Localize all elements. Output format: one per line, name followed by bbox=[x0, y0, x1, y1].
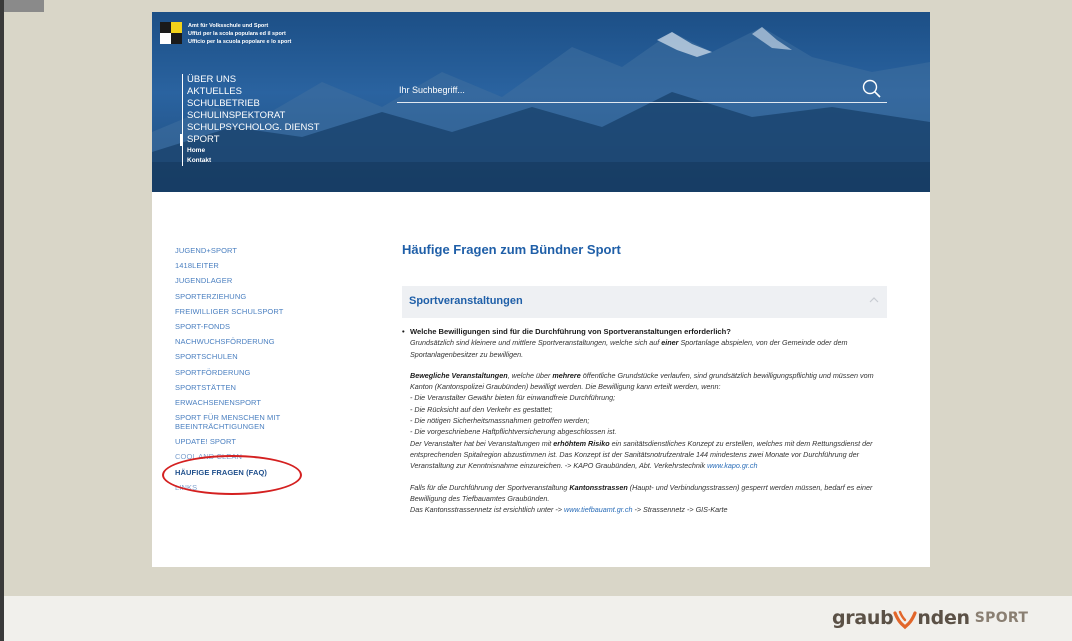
sidebar-item-erwachsenensport[interactable]: ERWACHSENENSPORT bbox=[175, 398, 350, 407]
sidebar-item-jugendlager[interactable]: JUGENDLAGER bbox=[175, 276, 350, 285]
faq-answer: Welche Bewilligungen sind für die Durchf… bbox=[402, 326, 887, 515]
sidebar-item-sport-fonds[interactable]: SPORT-FONDS bbox=[175, 322, 350, 331]
sidebar-item-freiwilliger-schulsport[interactable]: FREIWILLIGER SCHULSPORT bbox=[175, 307, 350, 316]
webpage-screenshot: Amt für Volksschule und Sport Uffizi per… bbox=[152, 12, 930, 567]
nav-item-ueber-uns[interactable]: ÜBER UNS bbox=[187, 74, 320, 86]
search-icon[interactable] bbox=[861, 78, 883, 100]
top-navigation: ÜBER UNS AKTUELLES SCHULBETRIEB SCHULINS… bbox=[180, 74, 320, 166]
nav-item-aktuelles[interactable]: AKTUELLES bbox=[187, 86, 320, 98]
answer-paragraph: Grundsätzlich sind kleinere und mittlere… bbox=[410, 338, 848, 359]
tiefbauamt-link[interactable]: www.tiefbauamt.gr.ch bbox=[564, 505, 632, 514]
answer-paragraph: Falls für die Durchführung der Sportvera… bbox=[410, 482, 873, 503]
answer-list-item: - Die Veranstalter Gewähr bieten für ein… bbox=[410, 393, 616, 403]
sidebar-item-sportfoerderung[interactable]: SPORTFÖRDERUNG bbox=[175, 368, 350, 377]
nav-item-schulinspektorat[interactable]: SCHULINSPEKTORAT bbox=[187, 110, 320, 122]
nav-item-kontakt[interactable]: Kontakt bbox=[187, 156, 320, 166]
logo-line: Ufficio per la scuola popolare e lo spor… bbox=[188, 39, 292, 45]
answer-paragraph: Der Veranstalter hat bei Veranstaltungen… bbox=[410, 438, 873, 471]
graubuenden-mark-icon bbox=[893, 610, 918, 630]
nav-item-schulbetrieb[interactable]: SCHULBETRIEB bbox=[187, 98, 320, 110]
graubuenden-sport-logo: graub nden SPORT bbox=[832, 607, 1029, 630]
sidebar-item-jugend-sport[interactable]: JUGEND+SPORT bbox=[175, 246, 350, 255]
search-input[interactable] bbox=[397, 80, 851, 100]
sidebar-item-sporterziehung[interactable]: SPORTERZIEHUNG bbox=[175, 292, 350, 301]
slide-corner-tab bbox=[4, 0, 44, 12]
ibex-icon bbox=[160, 22, 182, 44]
answer-list-item: - Die nötigen Sicherheitsmassnahmen getr… bbox=[410, 416, 590, 426]
sidebar-item-update-sport[interactable]: UPDATE! SPORT bbox=[175, 437, 350, 446]
accordion-sportveranstaltungen[interactable]: Sportveranstaltungen bbox=[402, 286, 887, 318]
hero-banner: Amt für Volksschule und Sport Uffizi per… bbox=[152, 12, 930, 192]
answer-paragraph: Das Kantonsstrassennetz ist ersichtlich … bbox=[410, 505, 728, 515]
sidebar-item-sport-fuer-menschen[interactable]: SPORT FÜR MENSCHEN MIT BEEINTRÄCHTIGUNGE… bbox=[175, 413, 350, 431]
sidebar-item-sportstaetten[interactable]: SPORTSTÄTTEN bbox=[175, 383, 350, 392]
main-content: Häufige Fragen zum Bündner Sport Sportve… bbox=[402, 242, 892, 514]
nav-item-sport[interactable]: SPORT bbox=[180, 134, 320, 146]
search-bar bbox=[397, 78, 887, 103]
logo-line: Uffizi per la scola populara ed il sport bbox=[188, 31, 286, 37]
canton-logo[interactable]: Amt für Volksschule und Sport Uffizi per… bbox=[160, 22, 291, 46]
sidebar-item-sportschulen[interactable]: SPORTSCHULEN bbox=[175, 352, 350, 361]
logo-line: Amt für Volksschule und Sport bbox=[188, 23, 269, 29]
chevron-up-icon[interactable] bbox=[869, 296, 879, 304]
sidebar-item-nachwuchsfoerderung[interactable]: NACHWUCHSFÖRDERUNG bbox=[175, 337, 350, 346]
accordion-title: Sportveranstaltungen bbox=[409, 295, 523, 307]
highlight-circle bbox=[162, 455, 302, 495]
page-title: Häufige Fragen zum Bündner Sport bbox=[402, 242, 621, 257]
kapo-link[interactable]: www.kapo.gr.ch bbox=[707, 461, 757, 470]
answer-paragraph: Bewegliche Veranstaltungen, welche über … bbox=[410, 370, 874, 392]
nav-item-home[interactable]: Home bbox=[187, 146, 320, 156]
sidebar-item-1418leiter[interactable]: 1418LEITER bbox=[175, 261, 350, 270]
answer-list-item: - Die Rücksicht auf den Verkehr es gesta… bbox=[410, 404, 553, 414]
answer-list-item: - Die vorgeschriebene Haftpflichtversich… bbox=[410, 427, 617, 437]
faq-question: Welche Bewilligungen sind für die Durchf… bbox=[402, 326, 887, 338]
slide-border bbox=[0, 0, 4, 641]
nav-item-schulpsycholog-dienst[interactable]: SCHULPSYCHOLOG. DIENST bbox=[187, 122, 320, 134]
